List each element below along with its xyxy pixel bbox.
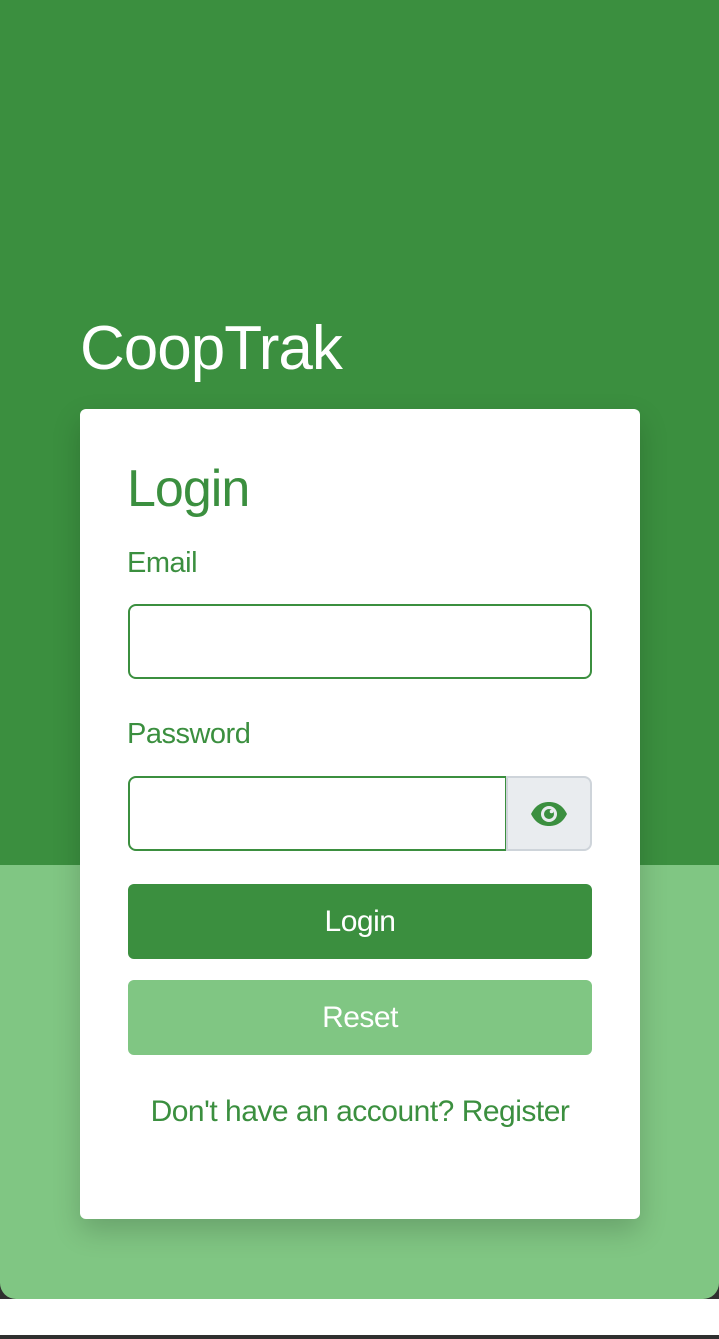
divider [0,1335,719,1339]
toggle-password-visibility-button[interactable] [506,776,592,851]
email-label: Email [127,547,198,579]
eye-icon [530,801,568,827]
register-prompt: Don't have an account? Register [80,1097,640,1127]
password-input[interactable] [128,776,507,851]
register-link[interactable]: Don't have an account? Register [151,1095,570,1128]
reset-button[interactable]: Reset [128,980,592,1055]
bottom-strip [0,1299,719,1339]
login-title: Login [127,460,250,518]
login-card: Login Email Password Login Reset Don't h… [80,409,640,1219]
password-label: Password [127,718,251,750]
app-title: CoopTrak [80,314,343,383]
email-input[interactable] [128,604,592,679]
login-button[interactable]: Login [128,884,592,959]
